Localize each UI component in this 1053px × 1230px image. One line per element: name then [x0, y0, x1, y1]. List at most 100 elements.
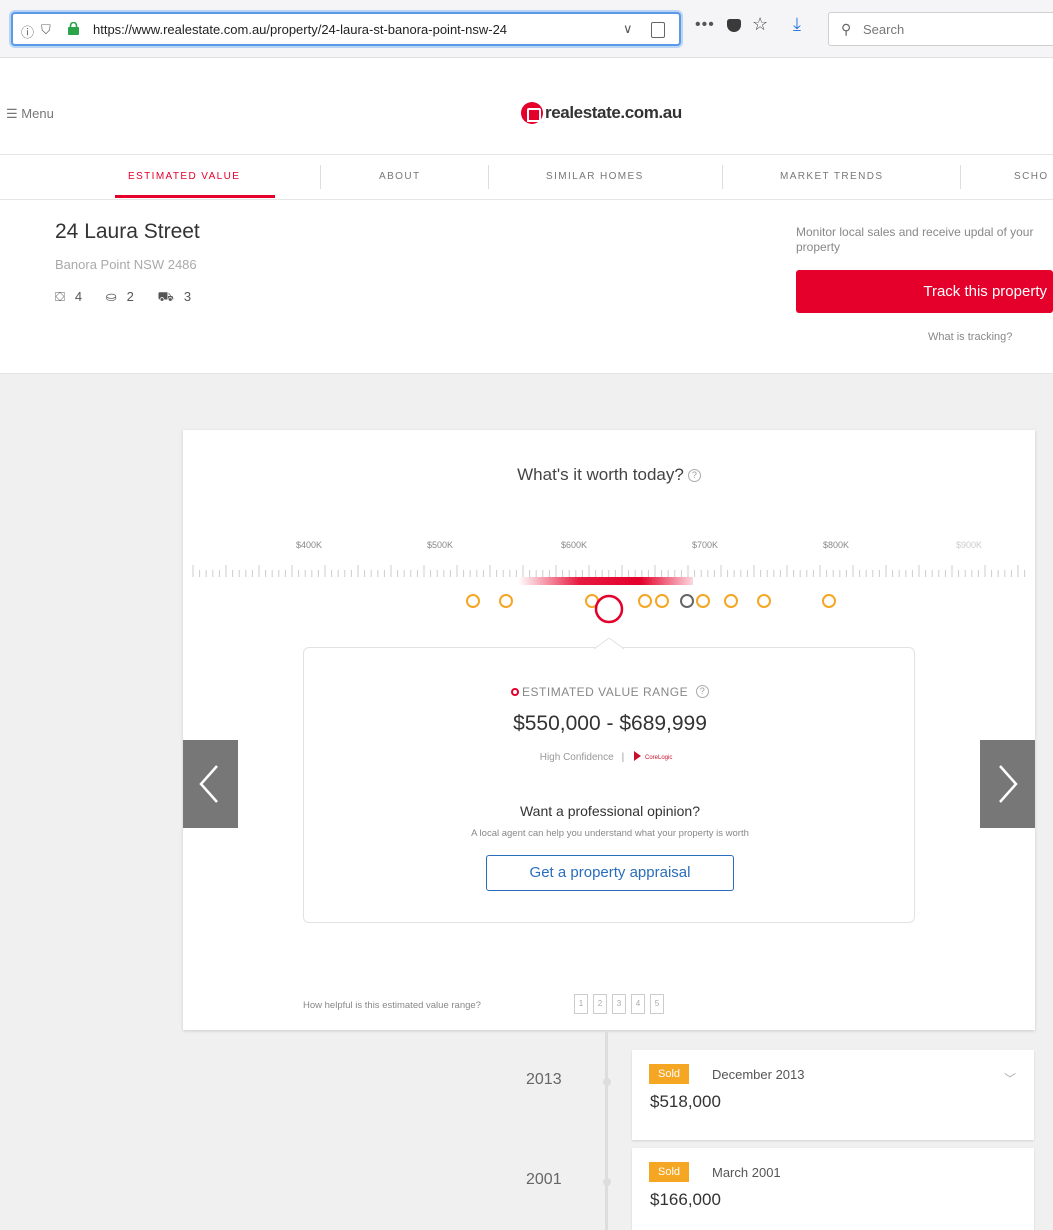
section-tabs: ESTIMATED VALUE ABOUT SIMILAR HOMES MARK…	[0, 154, 1053, 200]
comparable-sale-marker	[757, 594, 771, 608]
rating-button-3[interactable]: 3	[612, 994, 626, 1014]
tab-about[interactable]: ABOUT	[379, 171, 420, 182]
comparable-sale-marker	[724, 594, 738, 608]
comparable-sale-marker	[822, 594, 836, 608]
ruler-ticks	[192, 565, 1026, 577]
rating-button-2[interactable]: 2	[593, 994, 607, 1014]
tab-divider	[960, 165, 961, 189]
pocket-icon[interactable]	[727, 19, 741, 32]
chevron-left-icon	[199, 765, 218, 803]
history-timeline-line	[605, 1030, 608, 1230]
what-is-tracking-link[interactable]: What is tracking?	[928, 331, 1012, 343]
provider-name: CoreLogic	[645, 755, 672, 761]
property-address: 24 Laura Street	[55, 220, 200, 243]
rating-button-5[interactable]: 5	[650, 994, 664, 1014]
property-suburb: Banora Point NSW 2486	[55, 257, 197, 272]
tab-schools[interactable]: SCHO	[1014, 171, 1049, 182]
opinion-subtitle: A local agent can help you understand wh…	[471, 828, 749, 839]
help-icon[interactable]: ?	[695, 685, 709, 698]
estimated-range-label: ESTIMATED VALUE RANGE ?	[304, 685, 916, 699]
reader-view-icon[interactable]	[651, 22, 665, 38]
comparable-sale-marker	[696, 594, 710, 608]
more-options-icon[interactable]: •••	[695, 16, 715, 34]
timeline-dot	[603, 1178, 611, 1186]
bath-count: 2	[126, 289, 134, 304]
menu-button[interactable]: ☰ Menu	[6, 106, 54, 122]
chevron-down-icon[interactable]: ﹀	[1004, 1070, 1016, 1087]
bath-feature: ⛀ 2	[106, 289, 144, 304]
opinion-title: Want a professional opinion?	[519, 803, 701, 819]
helpful-question: How helpful is this estimated value rang…	[303, 1000, 481, 1011]
bookmark-star-icon[interactable]: ☆	[752, 14, 768, 35]
tab-divider	[320, 165, 321, 189]
bed-icon: ⛋	[55, 289, 65, 304]
previous-arrow-button[interactable]	[183, 740, 238, 828]
info-icon[interactable]: ⓘ	[21, 22, 34, 41]
range-label-text: ESTIMATED VALUE RANGE	[522, 685, 689, 699]
comparable-sale-marker	[680, 594, 694, 608]
confidence-level: High Confidence	[539, 752, 614, 763]
sale-date: December 2013	[712, 1067, 805, 1082]
tab-similar-homes[interactable]: SIMILAR HOMES	[546, 171, 644, 182]
sale-price: $518,000	[650, 1092, 721, 1111]
get-appraisal-button[interactable]: Get a property appraisal	[486, 855, 734, 891]
car-icon: ⛟	[157, 289, 174, 304]
address-bar[interactable]: ⓘ ⛉ https://www.realestate.com.au/proper…	[11, 12, 681, 46]
chevron-right-icon	[999, 765, 1018, 803]
property-summary: 24 Laura Street Banora Point NSW 2486 ⛋ 4…	[0, 200, 1053, 374]
site-logo[interactable]: realestate.com.au	[521, 102, 682, 124]
download-icon[interactable]: ⤓	[793, 14, 801, 35]
timeline-dot	[603, 1078, 611, 1086]
site-header: ☰ Menu realestate.com.au	[0, 58, 1053, 154]
tab-divider	[488, 165, 489, 189]
sale-history-item[interactable]: Sold March 2001 $166,000	[632, 1148, 1034, 1230]
tab-estimated-value[interactable]: ESTIMATED VALUE	[128, 171, 240, 182]
confidence-row: High Confidence | CoreLogic	[304, 750, 916, 763]
estimated-range-bar	[518, 577, 693, 585]
logo-text: realestate.com.au	[545, 103, 682, 122]
callout-pointer	[594, 638, 624, 650]
search-icon: ⚲	[841, 21, 852, 37]
track-property-button[interactable]: Track this property	[796, 270, 1053, 313]
comparable-sales	[466, 594, 836, 624]
confidence-separator: |	[621, 752, 625, 763]
url-text[interactable]: https://www.realestate.com.au/property/2…	[93, 22, 613, 37]
estimate-range-panel: ESTIMATED VALUE RANGE ? $550,000 - $689,…	[303, 638, 916, 923]
rating-button-1[interactable]: 1	[574, 994, 588, 1014]
timeline-year: 2001	[526, 1171, 562, 1188]
this-property-marker	[594, 594, 624, 624]
tab-market-trends[interactable]: MARKET TRENDS	[780, 171, 883, 182]
logo-house-icon	[521, 102, 543, 124]
comparable-sale-marker	[655, 594, 669, 608]
browser-search-input[interactable]: ⚲ Search	[828, 12, 1053, 46]
browser-toolbar: ⓘ ⛉ https://www.realestate.com.au/proper…	[0, 0, 1053, 58]
comparable-sale-marker	[638, 594, 652, 608]
shield-icon[interactable]: ⛉	[41, 22, 51, 38]
sale-date: March 2001	[712, 1165, 781, 1180]
property-features: ⛋ 4 ⛀ 2 ⛟ 3	[55, 289, 211, 307]
bath-icon: ⛀	[105, 289, 117, 304]
search-placeholder: Search	[863, 22, 905, 37]
sold-badge: Sold	[649, 1162, 690, 1182]
car-feature: ⛟ 3	[158, 289, 202, 304]
next-arrow-button[interactable]	[980, 740, 1035, 828]
monitor-text: Monitor local sales and receive updal of…	[796, 225, 1034, 254]
value-scale-chart	[192, 565, 1026, 624]
sold-badge: Sold	[649, 1064, 690, 1084]
estimated-range-value: $550,000 - $689,999	[513, 712, 707, 735]
estimated-value-card: What's it worth today?? $400K $500K $600…	[183, 430, 1035, 1030]
chevron-down-icon[interactable]: ∨	[623, 21, 633, 37]
sale-price: $166,000	[650, 1190, 721, 1209]
sale-history-item[interactable]: Sold December 2013 $518,000 ﹀	[632, 1050, 1034, 1140]
lock-icon	[68, 22, 79, 35]
bed-feature: ⛋ 4	[55, 289, 92, 304]
car-count: 3	[183, 289, 192, 304]
rating-button-4[interactable]: 4	[631, 994, 645, 1014]
comparable-sale-marker	[499, 594, 513, 608]
help-icon[interactable]: ?	[687, 469, 701, 482]
corelogic-logo: CoreLogic	[634, 751, 673, 761]
comparable-sale-marker	[466, 594, 480, 608]
active-tab-indicator	[115, 195, 275, 198]
menu-label: Menu	[21, 106, 54, 121]
tab-divider	[722, 165, 723, 189]
